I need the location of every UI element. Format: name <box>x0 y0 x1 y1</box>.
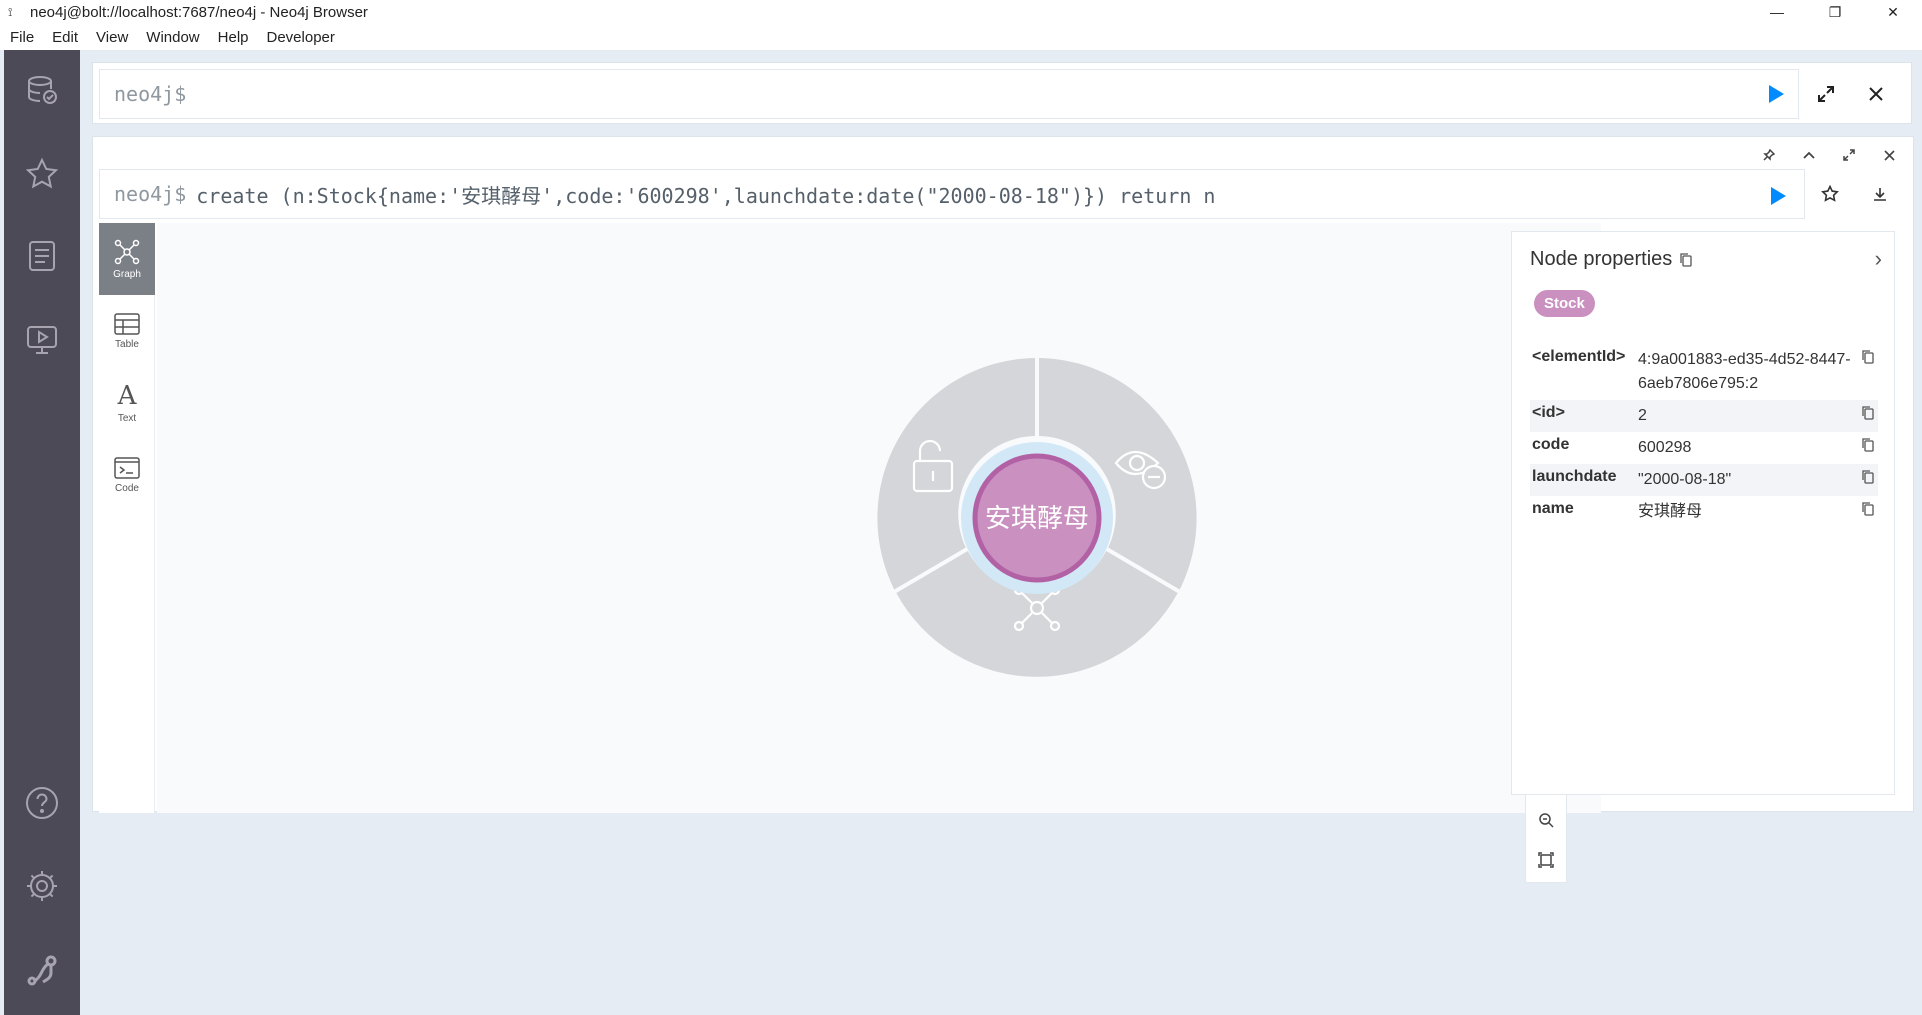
menu-view[interactable]: View <box>94 29 130 46</box>
menu-file[interactable]: File <box>8 29 36 46</box>
copy-icon[interactable] <box>1862 470 1874 489</box>
result-frame: neo4j$ create (n:Stock{name:'安琪酵母',code:… <box>92 136 1914 883</box>
fullscreen-icon[interactable] <box>1829 143 1869 167</box>
code-icon <box>114 456 140 479</box>
graph-icon <box>114 239 140 264</box>
property-value: 安琪酵母 <box>1638 503 1703 520</box>
copy-icon[interactable] <box>1862 502 1874 521</box>
menu-help[interactable]: Help <box>216 29 251 46</box>
stock-node[interactable]: 安琪酵母 <box>972 453 1102 583</box>
node-label-badge[interactable]: Stock <box>1534 290 1595 317</box>
settings-icon[interactable] <box>24 868 60 904</box>
rerun-query-button[interactable] <box>1763 181 1793 211</box>
tab-graph-label: Graph <box>113 268 141 280</box>
frame-prompt: neo4j$ <box>114 182 187 206</box>
database-icon[interactable] <box>24 72 60 108</box>
property-key: name <box>1532 500 1574 517</box>
property-key: <elementId> <box>1532 348 1626 365</box>
download-icon[interactable] <box>1865 179 1895 209</box>
copy-icon[interactable] <box>1862 350 1874 369</box>
window-titlebar: ⟟ neo4j@bolt://localhost:7687/neo4j - Ne… <box>0 0 1922 24</box>
copy-all-icon[interactable] <box>1680 252 1692 267</box>
tab-code-label: Code <box>115 482 139 494</box>
property-row: <id> 2 <box>1530 400 1878 432</box>
property-value: 600298 <box>1638 439 1692 456</box>
property-value: 2 <box>1638 407 1647 424</box>
property-value: 4:9a001883-ed35-4d52-8447-6aeb7806e795:2 <box>1638 351 1851 392</box>
frame-query[interactable]: neo4j$ create (n:Stock{name:'安琪酵母',code:… <box>99 169 1805 219</box>
node-context-menu: 安琪酵母 <box>877 358 1197 677</box>
menu-developer[interactable]: Developer <box>265 29 337 46</box>
tab-code[interactable]: Code <box>99 439 155 511</box>
expand-editor-icon[interactable] <box>1811 79 1841 109</box>
clear-editor-icon[interactable] <box>1861 79 1891 109</box>
tab-text[interactable]: A Text <box>99 367 155 439</box>
property-row: name 安琪酵母 <box>1530 496 1878 528</box>
menu-window[interactable]: Window <box>144 29 201 46</box>
property-row: code 600298 <box>1530 432 1878 464</box>
graph-canvas[interactable]: 安琪酵母 <box>157 223 1601 883</box>
collapse-panel-icon[interactable]: › <box>1875 246 1882 272</box>
property-value: "2000-08-18" <box>1638 471 1732 488</box>
copy-icon[interactable] <box>1862 438 1874 457</box>
pin-icon[interactable] <box>1749 143 1789 167</box>
restore-button[interactable]: ❐ <box>1806 0 1864 24</box>
help-icon[interactable] <box>24 785 60 821</box>
frame-query-text: create (n:Stock{name:'安琪酵母',code:'600298… <box>196 183 1216 208</box>
play-monitor-icon[interactable] <box>24 322 60 358</box>
collapse-icon[interactable] <box>1789 143 1829 167</box>
properties-table: <elementId> 4:9a001883-ed35-4d52-8447-6a… <box>1530 344 1878 528</box>
tab-text-label: Text <box>117 412 137 424</box>
tab-table-label: Table <box>115 338 139 350</box>
menu-edit[interactable]: Edit <box>50 29 80 46</box>
property-key: code <box>1532 436 1570 453</box>
menu-bar: File Edit View Window Help Developer <box>0 24 1922 50</box>
tab-graph[interactable]: Graph <box>99 223 155 295</box>
property-row: <elementId> 4:9a001883-ed35-4d52-8447-6a… <box>1530 344 1878 400</box>
properties-title: Node properties <box>1530 248 1673 270</box>
minimize-button[interactable]: — <box>1748 0 1806 24</box>
document-icon[interactable] <box>24 238 60 274</box>
run-query-button[interactable] <box>1761 79 1791 109</box>
zoom-out-icon[interactable] <box>1538 812 1554 833</box>
property-key: launchdate <box>1532 468 1617 485</box>
star-icon[interactable] <box>24 156 60 192</box>
close-window-button[interactable]: ✕ <box>1864 0 1922 24</box>
tab-table[interactable]: Table <box>99 295 155 367</box>
table-icon <box>114 312 140 335</box>
fit-to-screen-icon[interactable] <box>1538 852 1554 873</box>
window-title: neo4j@bolt://localhost:7687/neo4j - Neo4… <box>30 3 368 21</box>
close-frame-icon[interactable] <box>1869 143 1909 167</box>
editor-input[interactable]: neo4j$ <box>99 69 1799 119</box>
copy-icon[interactable] <box>1862 406 1874 425</box>
node-properties-panel: Node properties › Stock <elementId> 4:9a… <box>1511 231 1895 795</box>
property-key: <id> <box>1532 404 1565 421</box>
property-row: launchdate "2000-08-18" <box>1530 464 1878 496</box>
text-icon: A <box>117 380 137 411</box>
neo4j-app-icon: ⟟ <box>8 5 13 19</box>
node-caption: 安琪酵母 <box>985 504 1089 534</box>
neo4j-logo-icon[interactable] <box>24 952 60 988</box>
sidebar <box>4 50 80 1015</box>
editor-prompt: neo4j$ <box>114 82 187 106</box>
query-editor: neo4j$ <box>92 62 1912 124</box>
view-tabs: Graph Table A Text Code <box>99 223 155 813</box>
favorite-star-icon[interactable] <box>1815 179 1845 209</box>
